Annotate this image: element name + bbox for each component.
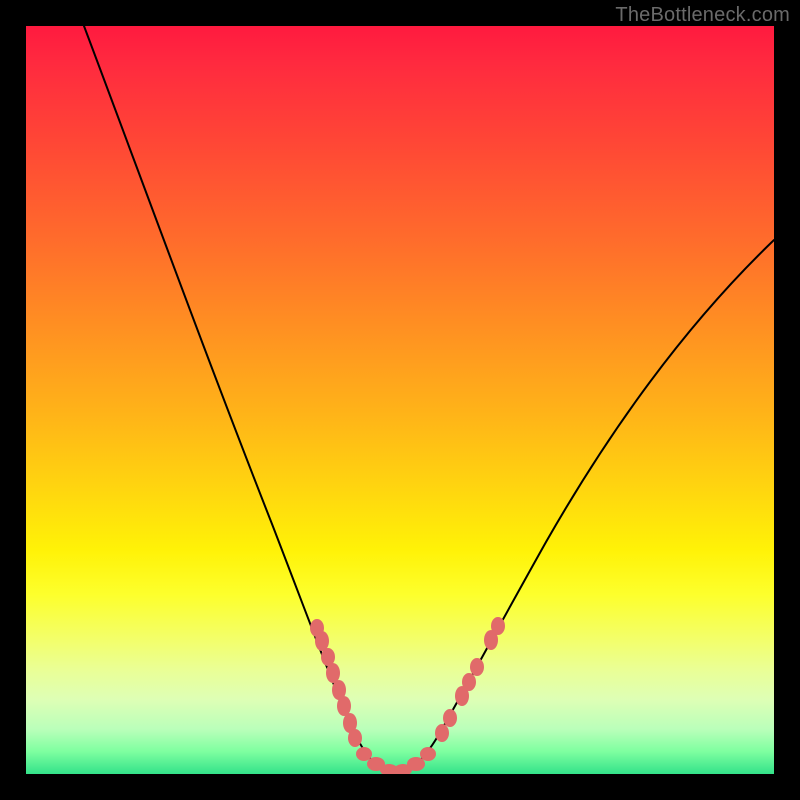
dot-cluster-left [310,619,362,747]
dot-cluster-right [435,617,505,742]
chart-frame: TheBottleneck.com [0,0,800,800]
curve-layer [26,26,774,774]
bottleneck-curve [84,26,774,772]
plot-area [26,26,774,774]
dot-cluster-bottom [356,747,436,774]
watermark-text: TheBottleneck.com [615,4,790,27]
